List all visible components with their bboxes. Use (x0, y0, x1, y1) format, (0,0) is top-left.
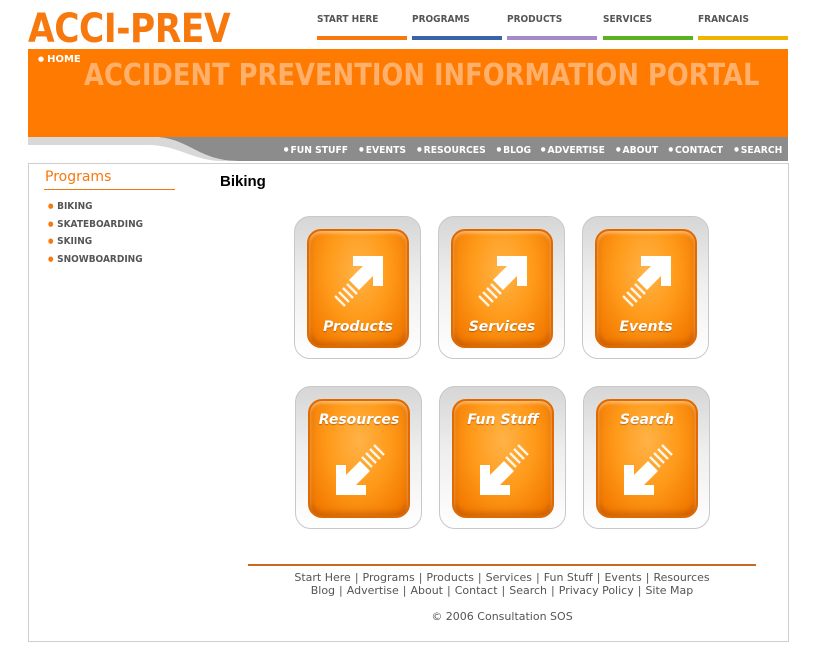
copyright: © 2006 Consultation SOS (431, 610, 573, 623)
arrow-up-right-icon (334, 256, 383, 307)
tile-button: Services (451, 229, 553, 348)
footer-link-about[interactable]: About (410, 584, 443, 597)
tile-button: Products (307, 229, 409, 348)
footer-link-services[interactable]: Services (486, 571, 532, 584)
footer-link-start-here[interactable]: Start Here (294, 571, 350, 584)
sub-nav-about[interactable]: ABOUT (616, 137, 659, 161)
home-link[interactable]: HOME (38, 54, 81, 65)
footer-links-secondary: Blog | Advertise | About | Contact | Search | Priv… (310, 584, 694, 597)
sidebar-item-snowboarding[interactable]: SNOWBOARDING (48, 252, 143, 270)
top-nav-start-here[interactable]: START HERE (317, 12, 407, 42)
arrow-down-left-icon (624, 444, 673, 495)
page-title: Biking (220, 173, 266, 190)
top-nav-label: PROGRAMS (412, 14, 470, 25)
footer-link-fun-stuff[interactable]: Fun Stuff (544, 571, 593, 584)
sidebar-title: Programs (45, 169, 112, 185)
sidebar-list: BIKING SKATEBOARDING SKIING SNOWBOARDING (48, 199, 154, 269)
sub-nav-events[interactable]: EVENTS (359, 137, 406, 161)
footer-link-blog[interactable]: Blog (311, 584, 335, 597)
arrow-down-left-icon (480, 444, 529, 495)
arrow-up-right-icon (622, 256, 671, 307)
top-nav-francais[interactable]: FRANCAIS (698, 12, 788, 42)
tile-services[interactable]: Services (438, 216, 565, 359)
tile-resources[interactable]: Resources (295, 386, 422, 529)
footer-link-search[interactable]: Search (509, 584, 547, 597)
sub-nav-advertise[interactable]: ADVERTISE (541, 137, 605, 161)
sidebar-item-skateboarding[interactable]: SKATEBOARDING (48, 217, 143, 235)
top-nav-underline (507, 36, 597, 40)
header-banner: HOME ACCIDENT PREVENTION INFORMATION POR… (28, 49, 788, 137)
tile-button: Fun Stuff (452, 399, 554, 518)
top-nav-services[interactable]: SERVICES (603, 12, 693, 42)
footer-links-primary: Start Here | Programs | Products | Services | Fu… (294, 571, 710, 584)
top-nav-label: FRANCAIS (698, 14, 749, 25)
tile-fun-stuff[interactable]: Fun Stuff (439, 386, 566, 529)
tile-button: Resources (308, 399, 410, 518)
tile-events[interactable]: Events (582, 216, 709, 359)
secondary-nav-bar: FUN STUFF EVENTS RESOURCES BLOG ADVERTIS… (28, 137, 788, 161)
sub-nav-blog[interactable]: BLOG (496, 137, 531, 161)
sub-nav-resources[interactable]: RESOURCES (417, 137, 486, 161)
footer-link-site-map[interactable]: Site Map (645, 584, 693, 597)
sidebar-item-biking[interactable]: BIKING (48, 199, 143, 217)
sub-nav-fun-stuff[interactable]: FUN STUFF (284, 137, 349, 161)
sub-nav-contact[interactable]: CONTACT (669, 137, 723, 161)
tile-label: Fun Stuff (467, 412, 539, 428)
top-nav-underline (317, 36, 407, 40)
secondary-nav: FUN STUFF EVENTS RESOURCES BLOG ADVERTIS… (281, 137, 784, 161)
footer-link-products[interactable]: Products (426, 571, 474, 584)
arrow-up-right-icon (478, 256, 527, 307)
top-nav-underline (698, 36, 788, 40)
arrow-down-left-icon (336, 444, 385, 495)
tile-label: Resources (318, 412, 400, 428)
top-nav-label: PRODUCTS (507, 14, 563, 25)
tile-label: Services (468, 319, 536, 335)
top-nav-products[interactable]: PRODUCTS (507, 12, 597, 42)
top-nav: START HERE PROGRAMS PRODUCTS SERVICES FR… (317, 12, 789, 42)
sub-nav-search[interactable]: SEARCH (734, 137, 782, 161)
footer-link-events[interactable]: Events (604, 571, 641, 584)
sidebar-divider (44, 189, 175, 190)
tile-label: Products (323, 319, 393, 335)
site-logo[interactable]: ACCI-PREV (28, 8, 231, 50)
top-nav-programs[interactable]: PROGRAMS (412, 12, 502, 42)
footer-link-privacy-policy[interactable]: Privacy Policy (559, 584, 634, 597)
portal-title: ACCIDENT PREVENTION INFORMATION PORTAL (84, 58, 760, 93)
tile-label: Events (619, 319, 673, 335)
footer-divider (248, 564, 756, 566)
footer-link-contact[interactable]: Contact (455, 584, 498, 597)
top-nav-label: START HERE (317, 14, 379, 25)
tile-label: Search (619, 412, 675, 428)
tile-button: Search (596, 399, 698, 518)
tile-products[interactable]: Products (294, 216, 421, 359)
tile-search[interactable]: Search (583, 386, 710, 529)
top-nav-underline (603, 36, 693, 40)
top-nav-underline (412, 36, 502, 40)
top-nav-label: SERVICES (603, 14, 653, 25)
footer-link-advertise[interactable]: Advertise (347, 584, 399, 597)
sidebar-item-skiing[interactable]: SKIING (48, 234, 143, 252)
tile-button: Events (595, 229, 697, 348)
footer-link-resources[interactable]: Resources (653, 571, 709, 584)
footer-link-programs[interactable]: Programs (363, 571, 415, 584)
